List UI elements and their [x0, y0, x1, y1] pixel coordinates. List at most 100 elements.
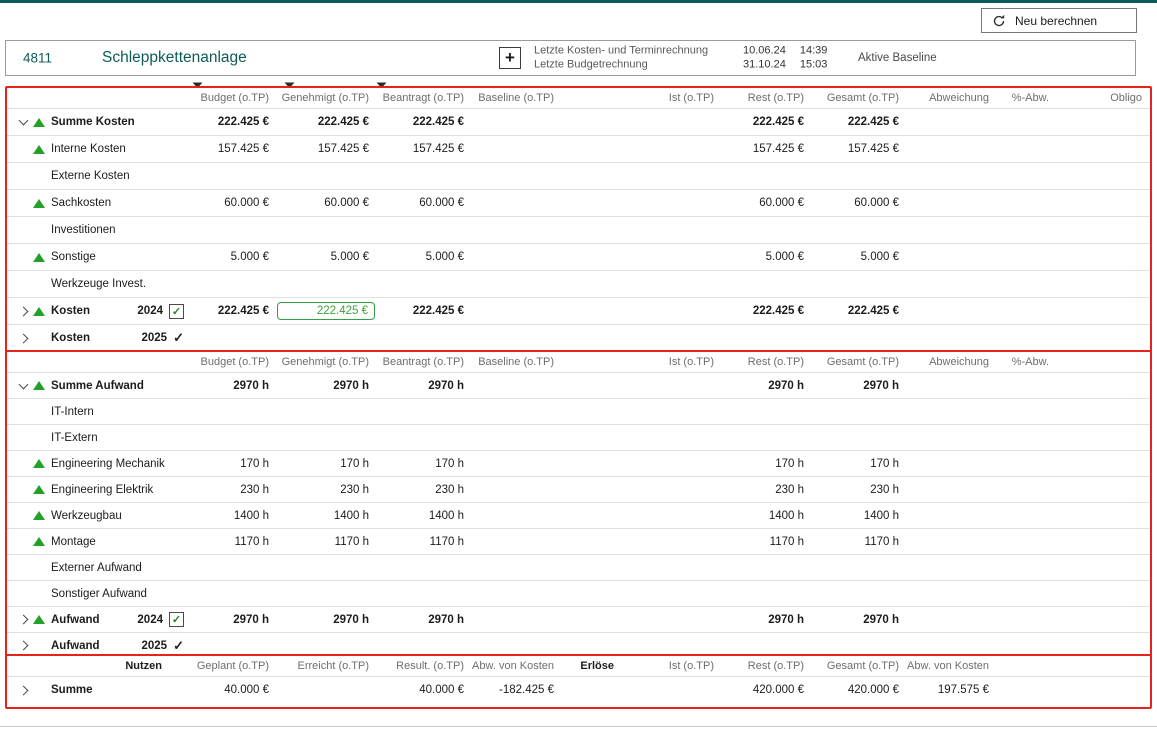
- chevron-right-icon[interactable]: [13, 642, 33, 649]
- value-cell[interactable]: 170 h: [812, 458, 907, 470]
- value-cell[interactable]: 60.000 €: [192, 197, 277, 209]
- value-cell[interactable]: 157.425 €: [192, 143, 277, 155]
- column-header-row: Budget (o.TP)Genehmigt (o.TP)Beantragt (…: [7, 352, 1150, 373]
- value-cell[interactable]: 1170 h: [377, 536, 472, 548]
- chevron-right-icon[interactable]: [13, 616, 33, 623]
- chevron-down-icon[interactable]: [13, 384, 33, 388]
- row-label: Externer Aufwand: [51, 562, 142, 574]
- row-label: Kosten: [51, 332, 90, 344]
- chevron-right-icon[interactable]: [13, 308, 33, 315]
- year-checkbox[interactable]: ✓: [169, 304, 184, 319]
- value-cell[interactable]: 40.000 €: [377, 684, 472, 696]
- value-cell[interactable]: 60.000 €: [277, 197, 377, 209]
- chevron-right-icon[interactable]: [13, 687, 33, 694]
- value-cell[interactable]: 60.000 €: [722, 197, 812, 209]
- year-label: 2024: [137, 305, 163, 317]
- year-checkbox[interactable]: ✓: [169, 612, 184, 627]
- value-cell[interactable]: 2970 h: [722, 380, 812, 392]
- value-cell[interactable]: 1170 h: [812, 536, 907, 548]
- value-cell[interactable]: 230 h: [722, 484, 812, 496]
- value-cell[interactable]: 5.000 €: [192, 251, 277, 263]
- value-cell[interactable]: 230 h: [377, 484, 472, 496]
- column-header: Rest (o.TP): [722, 92, 812, 104]
- value-cell[interactable]: 157.425 €: [722, 143, 812, 155]
- value-cell[interactable]: 5.000 €: [722, 251, 812, 263]
- row-label-cell: Sonstiger Aufwand: [7, 581, 192, 606]
- year-label: 2025: [142, 640, 168, 652]
- row-label: Summe Kosten: [51, 116, 135, 128]
- column-header: Gesamt (o.TP): [812, 660, 907, 672]
- value-cell[interactable]: 2970 h: [277, 380, 377, 392]
- row-label-cell: Interne Kosten: [7, 136, 192, 162]
- value-cell[interactable]: 420.000 €: [722, 684, 812, 696]
- value-cell[interactable]: 230 h: [812, 484, 907, 496]
- value-cell[interactable]: 2970 h: [277, 614, 377, 626]
- value-cell[interactable]: 1400 h: [377, 510, 472, 522]
- value-cell[interactable]: 222.425 €: [722, 305, 812, 317]
- value-cell[interactable]: 157.425 €: [377, 143, 472, 155]
- value-cell[interactable]: 1400 h: [277, 510, 377, 522]
- chevron-down-icon[interactable]: [13, 120, 33, 124]
- table-row: Externer Aufwand: [7, 555, 1150, 581]
- row-label-cell: Kosten2024✓: [7, 298, 192, 324]
- value-cell[interactable]: 157.425 €: [812, 143, 907, 155]
- value-cell[interactable]: 222.425 €: [377, 305, 472, 317]
- table-row: Engineering Mechanik170 h170 h170 h170 h…: [7, 451, 1150, 477]
- value-cell[interactable]: 2970 h: [192, 380, 277, 392]
- table-row: Werkzeuge Invest.: [7, 271, 1150, 298]
- value-cell[interactable]: 5.000 €: [812, 251, 907, 263]
- value-cell[interactable]: 170 h: [192, 458, 277, 470]
- value-cell[interactable]: 222.425 €: [192, 305, 277, 317]
- value-cell[interactable]: -182.425 €: [472, 684, 562, 696]
- last-budget-calc-date: 31.10.24: [743, 58, 786, 70]
- value-cell[interactable]: 2970 h: [377, 614, 472, 626]
- value-cell[interactable]: 170 h: [722, 458, 812, 470]
- value-cell[interactable]: 5.000 €: [277, 251, 377, 263]
- value-cell[interactable]: 40.000 €: [192, 684, 277, 696]
- table-row: Engineering Elektrik230 h230 h230 h230 h…: [7, 477, 1150, 503]
- value-cell[interactable]: 222.425 €: [812, 305, 907, 317]
- status-triangle-icon: [33, 253, 51, 262]
- column-header: Genehmigt (o.TP): [277, 356, 377, 368]
- value-cell[interactable]: 222.425 €: [722, 116, 812, 128]
- value-cell[interactable]: 230 h: [192, 484, 277, 496]
- row-label: Interne Kosten: [51, 143, 126, 155]
- row-label-cell: Engineering Elektrik: [7, 477, 192, 502]
- row-label-cell: Werkzeugbau: [7, 503, 192, 528]
- row-label: Aufwand: [51, 640, 100, 652]
- value-cell[interactable]: 60.000 €: [812, 197, 907, 209]
- value-cell[interactable]: 222.425 €: [377, 116, 472, 128]
- row-label-cell: Werkzeuge Invest.: [7, 271, 192, 297]
- value-cell[interactable]: 222.425 €: [277, 116, 377, 128]
- value-cell[interactable]: 2970 h: [812, 380, 907, 392]
- value-cell[interactable]: 5.000 €: [377, 251, 472, 263]
- value-cell[interactable]: 222.425 €: [192, 116, 277, 128]
- value-cell[interactable]: 1400 h: [192, 510, 277, 522]
- column-header: Baseline (o.TP): [472, 356, 562, 368]
- value-cell[interactable]: 1400 h: [722, 510, 812, 522]
- value-cell[interactable]: 2970 h: [192, 614, 277, 626]
- value-cell[interactable]: 170 h: [377, 458, 472, 470]
- value-cell[interactable]: 170 h: [277, 458, 377, 470]
- value-cell[interactable]: 1170 h: [192, 536, 277, 548]
- expand-button[interactable]: +: [499, 47, 521, 69]
- value-cell[interactable]: 2970 h: [377, 380, 472, 392]
- value-cell[interactable]: 60.000 €: [377, 197, 472, 209]
- value-cell[interactable]: 222.425 €: [812, 116, 907, 128]
- last-cost-calc-label: Letzte Kosten- und Terminrechnung: [534, 45, 708, 59]
- row-label: Werkzeugbau: [51, 510, 122, 522]
- value-cell[interactable]: 2970 h: [812, 614, 907, 626]
- value-cell[interactable]: 230 h: [277, 484, 377, 496]
- recalculate-button[interactable]: Neu berechnen: [981, 8, 1137, 33]
- value-cell[interactable]: 420.000 €: [812, 684, 907, 696]
- chevron-right-icon[interactable]: [13, 335, 33, 342]
- value-cell[interactable]: 1170 h: [722, 536, 812, 548]
- selected-value-cell[interactable]: 222.425 €: [277, 302, 375, 320]
- value-cell[interactable]: 2970 h: [722, 614, 812, 626]
- value-cell[interactable]: 197.575 €: [907, 684, 997, 696]
- value-cell[interactable]: 222.425 €: [277, 302, 377, 320]
- value-cell[interactable]: 1170 h: [277, 536, 377, 548]
- year-group: 2025✓: [142, 330, 193, 346]
- value-cell[interactable]: 157.425 €: [277, 143, 377, 155]
- value-cell[interactable]: 1400 h: [812, 510, 907, 522]
